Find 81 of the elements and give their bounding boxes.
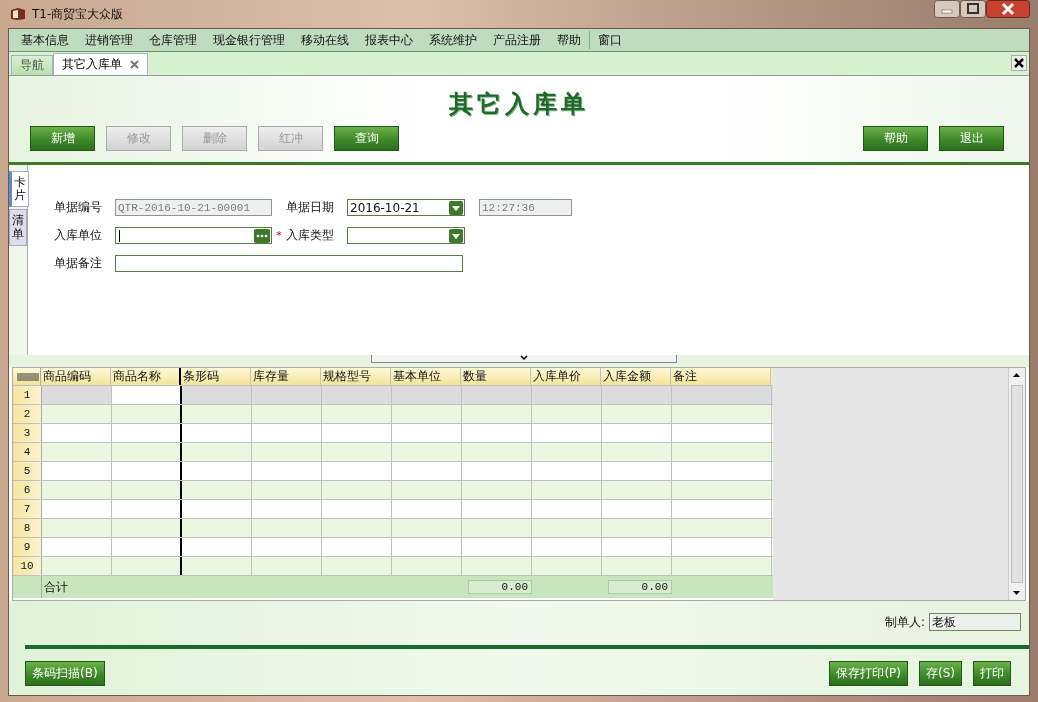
book-icon [10, 7, 26, 21]
table-row[interactable]: 5 [13, 462, 773, 481]
column-header[interactable]: 商品名称 [111, 368, 181, 385]
row-number: 5 [13, 462, 42, 480]
menu-item[interactable]: 系统维护 [421, 31, 485, 49]
menu-item[interactable]: 进销管理 [77, 31, 141, 49]
field-label: 单据日期 [286, 199, 335, 216]
menu-item[interactable]: 产品注册 [485, 31, 549, 49]
column-header[interactable]: 数量 [461, 368, 531, 385]
toolbar-button[interactable]: 查询 [334, 126, 399, 151]
toolbar-button[interactable]: 退出 [939, 126, 1004, 151]
action-button[interactable]: 存(S) [919, 661, 962, 686]
table-row[interactable]: 6 [13, 481, 773, 500]
menu-item[interactable]: 报表中心 [357, 31, 421, 49]
row-number: 9 [13, 538, 42, 556]
menu-item[interactable]: 帮助 [549, 31, 589, 49]
table-row[interactable]: 4 [13, 443, 773, 462]
action-button[interactable]: 保存打印(P) [829, 661, 908, 686]
field-label: 单据编号 [54, 199, 103, 216]
side-tab[interactable]: 卡片 [9, 171, 29, 208]
field-label: 入库类型 [286, 227, 335, 244]
total-value: 0.00 [468, 580, 532, 594]
field-label: 入库单位 [54, 227, 103, 244]
menu-item[interactable]: 移动在线 [293, 31, 357, 49]
input-field[interactable]: 2016-10-21 [347, 199, 465, 216]
more-icon[interactable] [254, 228, 270, 243]
chevron-icon [520, 355, 528, 360]
row-number: 3 [13, 424, 42, 442]
splitter-handle[interactable] [371, 355, 677, 363]
menu-item[interactable]: 仓库管理 [141, 31, 205, 49]
page-title: 其它入库单 [449, 88, 589, 120]
toolbar-button[interactable]: 帮助 [863, 126, 928, 151]
table-row[interactable]: 3 [13, 424, 773, 443]
input-field[interactable] [347, 227, 465, 244]
column-header[interactable]: 备注 [671, 368, 771, 385]
select-all-icon[interactable] [13, 368, 41, 385]
column-header[interactable]: 库存量 [251, 368, 321, 385]
dropdown-icon[interactable] [449, 200, 463, 215]
row-number: 1 [13, 386, 42, 404]
totals-label: 合计 [43, 579, 69, 596]
maximize-icon[interactable] [960, 0, 986, 18]
dropdown-icon[interactable] [449, 228, 463, 243]
toolbar-button[interactable]: 新增 [30, 126, 95, 151]
row-number: 4 [13, 443, 42, 461]
table-row[interactable]: 8 [13, 519, 773, 538]
scan-button[interactable]: 条码扫描(B) [25, 661, 105, 686]
maker-field: 老板 [929, 613, 1021, 631]
close-icon[interactable] [1011, 55, 1027, 71]
menu-item[interactable]: 现金银行管理 [205, 31, 293, 49]
input-field[interactable] [115, 255, 463, 272]
action-button[interactable]: 打印 [973, 661, 1011, 686]
total-value: 0.00 [608, 580, 672, 594]
input-field[interactable] [115, 227, 272, 244]
row-number: 6 [13, 481, 42, 499]
table-row[interactable]: 10 [13, 557, 773, 576]
window-title: T1-商贸宝大众版 [32, 5, 124, 23]
tab[interactable]: 其它入库单 [53, 53, 148, 75]
side-tab[interactable]: 清单 [9, 209, 27, 246]
table-row[interactable]: 9 [13, 538, 773, 557]
row-number: 7 [13, 500, 42, 518]
table-row[interactable]: 7 [13, 500, 773, 519]
column-header[interactable]: 条形码 [181, 368, 251, 385]
menu-item[interactable]: 窗口 [590, 31, 630, 49]
maker-label: 制单人: [884, 613, 925, 631]
field-label: 单据备注 [54, 255, 103, 272]
row-number: 8 [13, 519, 42, 537]
row-number: 10 [13, 557, 42, 575]
minimize-icon[interactable] [934, 0, 960, 18]
tab[interactable]: 导航 [11, 55, 53, 75]
close-icon[interactable] [986, 0, 1030, 18]
required-mark: * [275, 229, 283, 242]
column-header[interactable]: 规格型号 [321, 368, 391, 385]
row-number: 2 [13, 405, 42, 423]
column-header[interactable]: 入库单价 [531, 368, 601, 385]
column-header[interactable]: 商品编码 [41, 368, 111, 385]
scroll-bar[interactable] [1008, 368, 1025, 600]
column-header[interactable]: 入库金额 [601, 368, 671, 385]
table-row[interactable]: 2 [13, 405, 773, 424]
table-row[interactable]: 1 [13, 386, 773, 405]
column-header[interactable]: 基本单位 [391, 368, 461, 385]
menu-item[interactable]: 基本信息 [13, 31, 77, 49]
